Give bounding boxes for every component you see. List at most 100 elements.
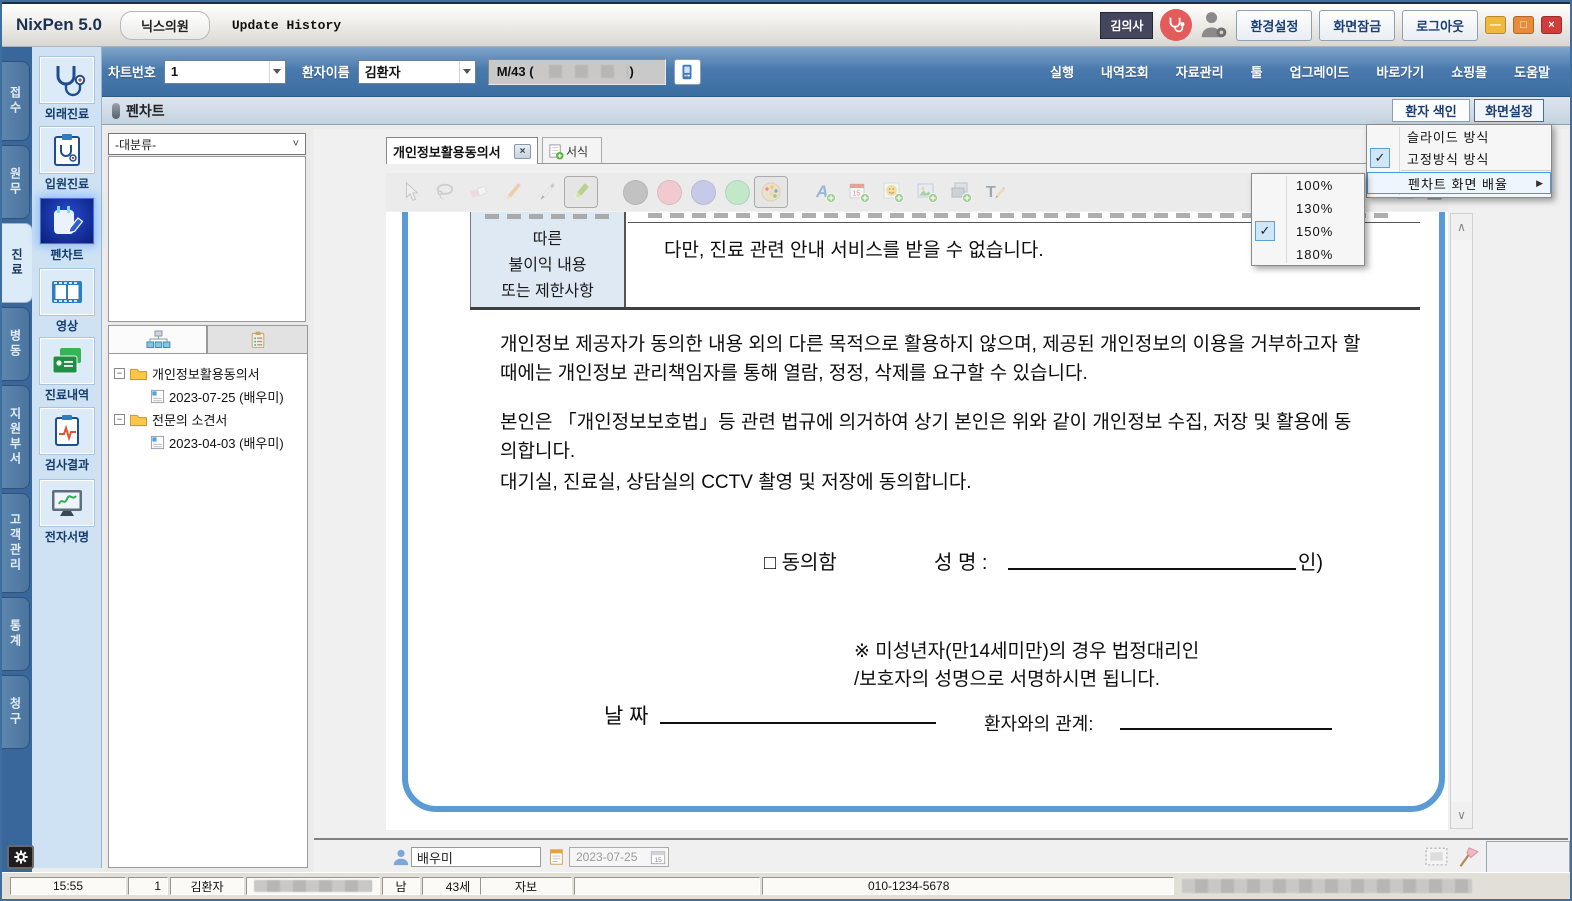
calendar-icon[interactable]: 15 xyxy=(650,849,666,865)
insert-sticker-tool[interactable] xyxy=(876,176,910,208)
insert-date-stamp-tool[interactable]: 15 xyxy=(842,176,876,208)
date-field[interactable]: 2023-07-25 15 xyxy=(569,847,669,867)
menu-shop[interactable]: 쇼핑몰 xyxy=(1451,62,1487,81)
table-bottom-border xyxy=(470,307,1420,310)
module-results[interactable]: 검사결과 xyxy=(35,408,99,473)
insert-text-tool[interactable]: A xyxy=(808,176,842,208)
tree-folder-opinion[interactable]: − 전문의 소견서 xyxy=(114,408,307,431)
screen-lock-button[interactable]: 화면잠금 xyxy=(1319,10,1395,41)
text-style-tool[interactable]: T xyxy=(978,176,1012,208)
screen-settings-button[interactable]: 화면설정 xyxy=(1474,99,1544,122)
tab-close-icon[interactable]: × xyxy=(514,144,531,159)
chart-no-combobox[interactable]: 1 xyxy=(164,60,286,84)
patient-index-button[interactable]: 환자 색인 xyxy=(1392,99,1470,122)
color-gray[interactable] xyxy=(618,176,652,208)
color-pink[interactable] xyxy=(652,176,686,208)
tree-doc-opinion[interactable]: 2023-04-03 (배우미) xyxy=(114,431,307,454)
side-tab-statistics[interactable]: 통계 xyxy=(2,597,30,671)
pencil-tool[interactable] xyxy=(496,176,530,208)
tab-consent-document[interactable]: 개인정보활용동의서 × xyxy=(386,137,538,164)
update-history-link[interactable]: Update History xyxy=(232,18,341,33)
settings-gear-button[interactable] xyxy=(7,845,34,869)
side-tab-billing[interactable]: 청구 xyxy=(2,675,30,749)
menu-item-penchart-zoom[interactable]: 펜차트 화면 배율 ▶ xyxy=(1367,172,1551,194)
lasso-tool[interactable] xyxy=(428,176,462,208)
side-tab-crm[interactable]: 고객관리 xyxy=(2,493,30,593)
module-history[interactable]: 진료내역 xyxy=(35,338,99,403)
category-listbox[interactable] xyxy=(108,156,306,322)
color-green[interactable] xyxy=(720,176,754,208)
film-icon xyxy=(47,274,87,310)
menu-data-management[interactable]: 자료관리 xyxy=(1176,62,1224,81)
module-outpatient[interactable]: 외래진료 xyxy=(35,57,99,122)
tab-tree-view[interactable] xyxy=(108,325,207,354)
clinic-name-pill[interactable]: 닉스의원 xyxy=(120,11,210,40)
insert-photo-tool[interactable] xyxy=(944,176,978,208)
side-tab-ward[interactable]: 병동 xyxy=(2,307,30,381)
tree-collapse-icon[interactable]: − xyxy=(114,368,125,379)
minimize-button[interactable]: — xyxy=(1485,16,1506,34)
phone-contact-button[interactable] xyxy=(674,59,701,85)
patient-name-combobox[interactable]: 김환자 xyxy=(358,60,476,84)
eraser-tool[interactable] xyxy=(462,176,496,208)
stamp-icon[interactable] xyxy=(1424,844,1449,869)
module-penchart[interactable]: 펜차트 xyxy=(35,198,99,263)
module-inpatient[interactable]: 입원진료 xyxy=(35,127,99,192)
scroll-up-button[interactable]: ∧ xyxy=(1451,214,1472,240)
color-palette-tool[interactable] xyxy=(754,176,788,208)
relation-line xyxy=(1120,710,1332,730)
menu-upgrade[interactable]: 업그레이드 xyxy=(1290,62,1350,81)
lasso-icon xyxy=(434,181,456,203)
close-button[interactable]: × xyxy=(1541,16,1562,34)
menu-item-slide-mode[interactable]: 슬라이드 방식 xyxy=(1367,125,1551,147)
status-phone: 010-1234-5678 xyxy=(762,877,1174,895)
document-icon xyxy=(150,435,165,450)
app-title: NixPen 5.0 xyxy=(16,15,102,35)
category-dropdown[interactable]: -대분류- ˅ xyxy=(108,133,306,155)
side-tab-support[interactable]: 지원부서 xyxy=(2,385,30,489)
side-tab-reception[interactable]: 접수 xyxy=(2,61,30,141)
menu-help[interactable]: 도움말 xyxy=(1514,62,1550,81)
module-esign[interactable]: 전자서명 xyxy=(35,480,99,545)
menu-run[interactable]: 실행 xyxy=(1050,62,1074,81)
menu-item-fixed-mode[interactable]: ✓ 고정방식 방식 xyxy=(1367,147,1551,169)
module-imaging[interactable]: 영상 xyxy=(35,269,99,334)
id-cards-icon xyxy=(47,343,87,379)
zoom-option-100[interactable]: 100% xyxy=(1252,174,1364,197)
flag-icon[interactable] xyxy=(1454,843,1480,870)
tree-collapse-icon[interactable]: − xyxy=(114,414,125,425)
writer-input[interactable] xyxy=(411,847,541,867)
side-tab-treatment[interactable]: 진료 xyxy=(2,223,33,303)
color-blue[interactable] xyxy=(686,176,720,208)
zoom-option-180[interactable]: 180% xyxy=(1252,243,1364,266)
pen-tool[interactable] xyxy=(530,176,564,208)
zoom-option-130[interactable]: 130% xyxy=(1252,197,1364,220)
tab-list-view[interactable] xyxy=(207,325,308,354)
agree-checkbox-text[interactable]: □ 동의함 xyxy=(764,546,837,575)
notepad-icon[interactable] xyxy=(547,847,565,867)
eraser-icon xyxy=(468,181,490,203)
document-scrollbar[interactable]: ∧ ∨ xyxy=(1450,213,1473,829)
select-cursor-tool[interactable] xyxy=(394,176,428,208)
zoom-option-150[interactable]: ✓ 150% xyxy=(1252,220,1364,243)
redacted-patient-id xyxy=(536,65,628,78)
tree-folder-consent[interactable]: − 개인정보활용동의서 xyxy=(114,362,307,385)
menu-history-lookup[interactable]: 내역조회 xyxy=(1101,62,1149,81)
menu-shortcuts[interactable]: 바로가기 xyxy=(1376,62,1424,81)
maximize-button[interactable]: □ xyxy=(1513,16,1534,34)
highlighter-tool[interactable] xyxy=(564,176,598,208)
insert-image-tool[interactable] xyxy=(910,176,944,208)
check-icon: ✓ xyxy=(1370,148,1390,168)
tree-doc-consent[interactable]: 2023-07-25 (배우미) xyxy=(114,385,307,408)
scroll-down-button[interactable]: ∨ xyxy=(1451,802,1472,828)
env-settings-button[interactable]: 환경설정 xyxy=(1236,10,1312,41)
stethoscope-status-icon[interactable] xyxy=(1160,9,1192,41)
menu-tools[interactable]: 툴 xyxy=(1251,62,1263,81)
tab-new-form[interactable]: 서식 xyxy=(542,137,602,164)
patient-info-field: M/43 ( ) xyxy=(488,59,666,85)
logout-button[interactable]: 로그아웃 xyxy=(1402,10,1478,41)
side-tab-admin[interactable]: 원무 xyxy=(2,145,30,219)
user-settings-icon[interactable] xyxy=(1199,9,1229,41)
check-icon: ✓ xyxy=(1255,221,1275,241)
document-viewport[interactable]: 따른 불이익 내용 또는 제한사항 다만, 진료 관련 안내 서비스를 받을 수… xyxy=(386,212,1448,830)
